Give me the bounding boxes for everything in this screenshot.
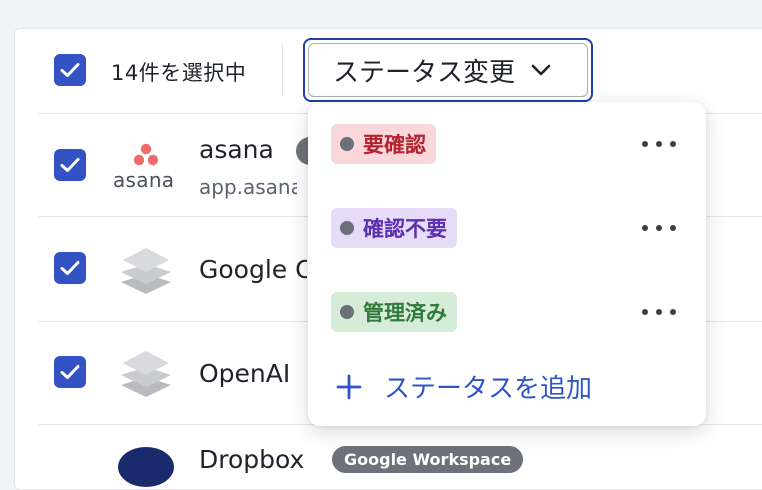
status-pill[interactable]: 確認不要 xyxy=(331,208,457,248)
toolbar-divider xyxy=(282,45,283,95)
status-pill[interactable]: 要確認 xyxy=(331,124,436,164)
status-dot-icon xyxy=(340,137,354,151)
app-name[interactable]: asana xyxy=(199,135,274,164)
status-option-needs-review[interactable]: 要確認 xyxy=(308,114,706,174)
check-icon xyxy=(60,63,80,77)
status-option-no-review-needed[interactable]: 確認不要 xyxy=(308,198,706,258)
app-name[interactable]: OpenAI xyxy=(199,359,290,388)
selected-count-label: 14件を選択中 xyxy=(111,61,247,85)
app-name[interactable]: Google C xyxy=(199,255,307,284)
status-option-label: 管理済み xyxy=(363,301,447,325)
app-url: app.asana xyxy=(199,175,297,199)
more-options-icon[interactable] xyxy=(642,216,676,240)
dropbox-logo xyxy=(118,447,174,487)
more-options-icon[interactable] xyxy=(642,132,676,156)
status-pill[interactable]: 管理済み xyxy=(331,292,457,332)
status-menu-popover: 要確認 確認不要 管理済み ステータスを追加 xyxy=(308,102,706,426)
select-all-checkbox[interactable] xyxy=(54,54,86,86)
check-icon xyxy=(60,158,80,172)
chevron-down-icon xyxy=(531,64,551,76)
row-checkbox[interactable] xyxy=(54,149,86,181)
more-options-icon[interactable] xyxy=(642,300,676,324)
status-option-managed[interactable]: 管理済み xyxy=(308,282,706,342)
asana-logo: asana xyxy=(112,142,180,192)
status-dot-icon xyxy=(340,305,354,319)
status-option-label: 確認不要 xyxy=(363,217,447,241)
status-change-dropdown[interactable]: ステータス変更 xyxy=(303,38,593,102)
add-status-button[interactable]: ステータスを追加 xyxy=(336,368,592,405)
row-checkbox[interactable] xyxy=(54,356,86,388)
check-icon xyxy=(60,365,80,379)
plus-icon xyxy=(336,374,362,400)
asana-logo-text: asana xyxy=(113,168,175,192)
check-icon xyxy=(60,261,80,275)
stack-layers-icon xyxy=(121,248,171,294)
status-option-label: 要確認 xyxy=(363,133,426,157)
stack-layers-icon xyxy=(121,351,171,397)
add-status-label: ステータスを追加 xyxy=(384,374,593,404)
status-dot-icon xyxy=(340,221,354,235)
row-checkbox[interactable] xyxy=(54,252,86,284)
status-change-label: ステータス変更 xyxy=(333,57,516,88)
